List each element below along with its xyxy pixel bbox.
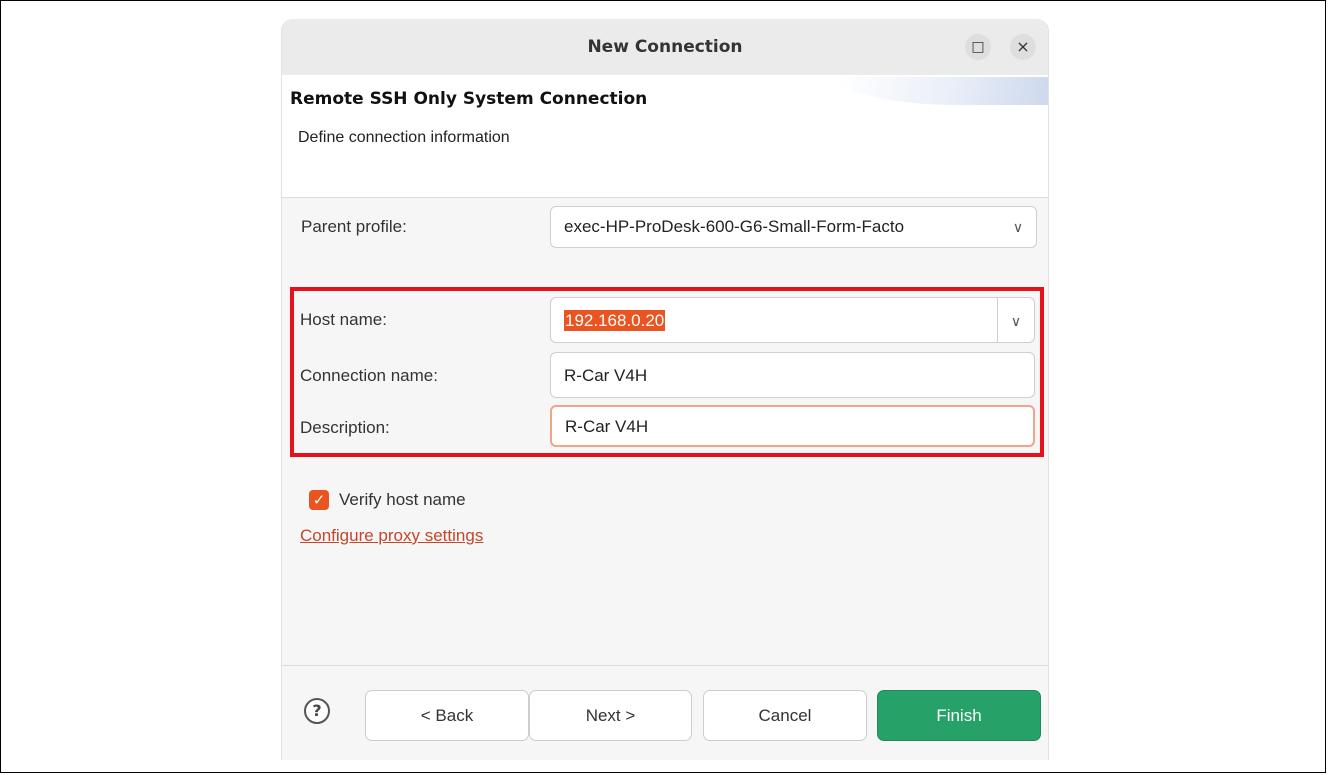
- verify-host-label[interactable]: Verify host name: [339, 490, 466, 510]
- verify-host-checkbox[interactable]: ✓: [309, 490, 329, 510]
- connection-name-value: R-Car V4H: [564, 366, 648, 385]
- back-button[interactable]: < Back: [365, 690, 529, 741]
- chevron-down-icon[interactable]: ∨: [997, 298, 1034, 342]
- host-name-label: Host name:: [300, 310, 387, 329]
- chevron-down-icon: ∨: [1012, 219, 1024, 235]
- banner-graphic: [838, 77, 1048, 105]
- title-bar: New Connection □ ×: [282, 19, 1048, 75]
- description-label: Description:: [300, 418, 390, 437]
- wizard-title: Remote SSH Only System Connection: [290, 89, 648, 109]
- cancel-button[interactable]: Cancel: [703, 690, 867, 741]
- maximize-icon[interactable]: □: [965, 34, 991, 60]
- description-value: R-Car V4H: [565, 417, 649, 436]
- help-icon[interactable]: ?: [304, 698, 330, 724]
- host-name-combo[interactable]: 192.168.0.20 ∨: [550, 297, 1035, 343]
- connection-name-field[interactable]: R-Car V4H: [550, 352, 1035, 398]
- parent-profile-select[interactable]: exec-HP-ProDesk-600-G6-Small-Form-Facto …: [550, 206, 1037, 248]
- wizard-header: Remote SSH Only System Connection Define…: [282, 75, 1048, 198]
- configure-proxy-link[interactable]: Configure proxy settings: [300, 526, 483, 546]
- wizard-subtitle: Define connection information: [298, 129, 510, 146]
- window-title: New Connection: [587, 37, 743, 57]
- host-name-input[interactable]: 192.168.0.20: [564, 310, 666, 331]
- connection-name-label: Connection name:: [300, 366, 438, 385]
- parent-profile-value: exec-HP-ProDesk-600-G6-Small-Form-Facto: [564, 217, 905, 236]
- finish-button[interactable]: Finish: [877, 690, 1041, 741]
- close-icon[interactable]: ×: [1010, 34, 1036, 60]
- description-field[interactable]: R-Car V4H: [550, 405, 1035, 447]
- parent-profile-label: Parent profile:: [301, 217, 407, 236]
- next-button[interactable]: Next >: [529, 690, 692, 741]
